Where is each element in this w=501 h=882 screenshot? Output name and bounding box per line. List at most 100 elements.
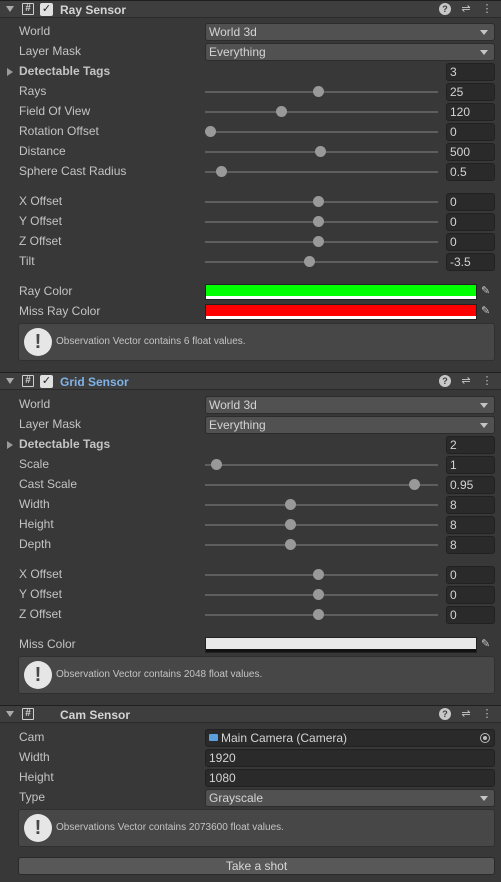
cam-sensor-header[interactable]: # Cam Sensor ? ⇌ ⋮ [0, 705, 501, 723]
enable-checkbox[interactable]: ✓ [40, 375, 53, 388]
help-icon[interactable]: ? [439, 708, 451, 720]
ray-sensor-header[interactable]: # ✓ Ray Sensor ? ⇌ ⋮ [0, 0, 501, 18]
x-offset-field[interactable]: 0 [446, 566, 495, 584]
kebab-menu-icon[interactable]: ⋮ [481, 375, 493, 387]
alpha-bar [206, 296, 476, 299]
enable-checkbox[interactable]: ✓ [40, 3, 53, 16]
slider-handle[interactable] [211, 459, 223, 470]
ray-color-swatch[interactable] [205, 284, 477, 300]
foldout-arrow-icon[interactable] [6, 378, 14, 384]
cam-type-row: Type Grayscale [0, 788, 501, 808]
cam-object-field[interactable]: Main Camera (Camera) [205, 729, 495, 747]
kebab-menu-icon[interactable]: ⋮ [481, 708, 493, 720]
slider-track[interactable] [205, 504, 438, 506]
presets-icon[interactable]: ⇌ [460, 375, 472, 387]
world-dropdown[interactable]: World 3d [205, 396, 495, 414]
x-offset-row: X Offset 0 [0, 192, 501, 212]
z-offset-field[interactable]: 0 [446, 606, 495, 624]
slider-handle[interactable] [284, 539, 296, 550]
slider-handle[interactable] [312, 236, 324, 247]
field-of-view-field[interactable]: 120 [446, 103, 495, 121]
miss-ray-color-label: Miss Ray Color [19, 304, 101, 318]
cam-type-value: Grayscale [209, 791, 264, 805]
slider-track[interactable] [205, 171, 438, 173]
foldout-arrow-icon[interactable] [6, 711, 14, 717]
detectable-tags-count-field[interactable]: 2 [446, 436, 495, 454]
sphere-cast-radius-field[interactable]: 0.5 [446, 163, 495, 181]
y-offset-field[interactable]: 0 [446, 213, 495, 231]
rays-field[interactable]: 25 [446, 83, 495, 101]
rays-row: Rays 25 [0, 82, 501, 102]
cam-type-dropdown[interactable]: Grayscale [205, 789, 495, 807]
slider-handle[interactable] [303, 256, 315, 267]
z-offset-field[interactable]: 0 [446, 233, 495, 251]
slider-handle[interactable] [312, 589, 324, 600]
detectable-tags-label[interactable]: Detectable Tags [19, 437, 110, 451]
world-row: World World 3d [0, 22, 501, 42]
slider-handle[interactable] [312, 196, 324, 207]
rotation-offset-field[interactable]: 0 [446, 123, 495, 141]
foldout-arrow-icon[interactable] [6, 6, 14, 12]
help-text: Observation Vector contains 2048 float v… [56, 669, 263, 680]
scale-field[interactable]: 1 [446, 456, 495, 474]
slider-handle[interactable] [312, 216, 324, 227]
layer-mask-dropdown[interactable]: Everything [205, 43, 495, 61]
cast-scale-row: Cast Scale 0.95 [0, 475, 501, 495]
cam-width-field[interactable]: 1920 [205, 749, 495, 767]
foldout-arrow-icon[interactable] [7, 441, 13, 449]
slider-handle[interactable] [312, 609, 324, 620]
miss-color-swatch[interactable] [205, 637, 477, 653]
detectable-tags-label[interactable]: Detectable Tags [19, 64, 110, 78]
slider-handle[interactable] [284, 499, 296, 510]
alpha-bar [206, 316, 476, 319]
layer-mask-dropdown[interactable]: Everything [205, 416, 495, 434]
eyedropper-icon[interactable]: ✎ [481, 638, 493, 650]
slider-track[interactable] [205, 524, 438, 526]
cam-width-row: Width 1920 [0, 748, 501, 768]
presets-icon[interactable]: ⇌ [460, 708, 472, 720]
slider-handle[interactable] [314, 146, 326, 157]
height-field[interactable]: 8 [446, 516, 495, 534]
cam-value: Main Camera (Camera) [221, 731, 348, 745]
slider-track[interactable] [205, 111, 438, 113]
script-icon: # [22, 3, 34, 15]
help-icon[interactable]: ? [439, 375, 451, 387]
slider-handle[interactable] [312, 86, 324, 97]
slider-handle[interactable] [409, 479, 421, 490]
world-dropdown[interactable]: World 3d [205, 23, 495, 41]
slider-handle[interactable] [215, 166, 227, 177]
miss-ray-color-swatch[interactable] [205, 304, 477, 320]
y-offset-row: Y Offset 0 [0, 212, 501, 232]
take-a-shot-button[interactable]: Take a shot [18, 857, 495, 875]
distance-field[interactable]: 500 [446, 143, 495, 161]
slider-track[interactable] [205, 464, 438, 466]
y-offset-field[interactable]: 0 [446, 586, 495, 604]
cam-height-field[interactable]: 1080 [205, 769, 495, 787]
help-icon[interactable]: ? [439, 3, 451, 15]
detectable-tags-count-field[interactable]: 3 [446, 63, 495, 81]
presets-icon[interactable]: ⇌ [460, 3, 472, 15]
object-picker-icon[interactable] [480, 733, 490, 743]
slider-track[interactable] [205, 131, 438, 133]
slider-track[interactable] [205, 484, 438, 486]
eyedropper-icon[interactable]: ✎ [481, 305, 493, 317]
ray-color-label: Ray Color [19, 284, 73, 298]
slider-handle[interactable] [275, 106, 287, 117]
warning-icon: ! [24, 328, 52, 356]
width-field[interactable]: 8 [446, 496, 495, 514]
slider-track[interactable] [205, 544, 438, 546]
tilt-field[interactable]: -3.5 [446, 253, 495, 271]
slider-track[interactable] [205, 261, 438, 263]
slider-handle[interactable] [312, 569, 324, 580]
x-offset-label: X Offset [19, 194, 63, 208]
slider-handle[interactable] [284, 519, 296, 530]
grid-sensor-header[interactable]: # ✓ Grid Sensor ? ⇌ ⋮ [0, 372, 501, 390]
depth-field[interactable]: 8 [446, 536, 495, 554]
eyedropper-icon[interactable]: ✎ [481, 285, 493, 297]
cast-scale-label: Cast Scale [19, 477, 78, 491]
cast-scale-field[interactable]: 0.95 [446, 476, 495, 494]
slider-handle[interactable] [205, 126, 216, 137]
foldout-arrow-icon[interactable] [7, 68, 13, 76]
x-offset-field[interactable]: 0 [446, 193, 495, 211]
kebab-menu-icon[interactable]: ⋮ [481, 3, 493, 15]
